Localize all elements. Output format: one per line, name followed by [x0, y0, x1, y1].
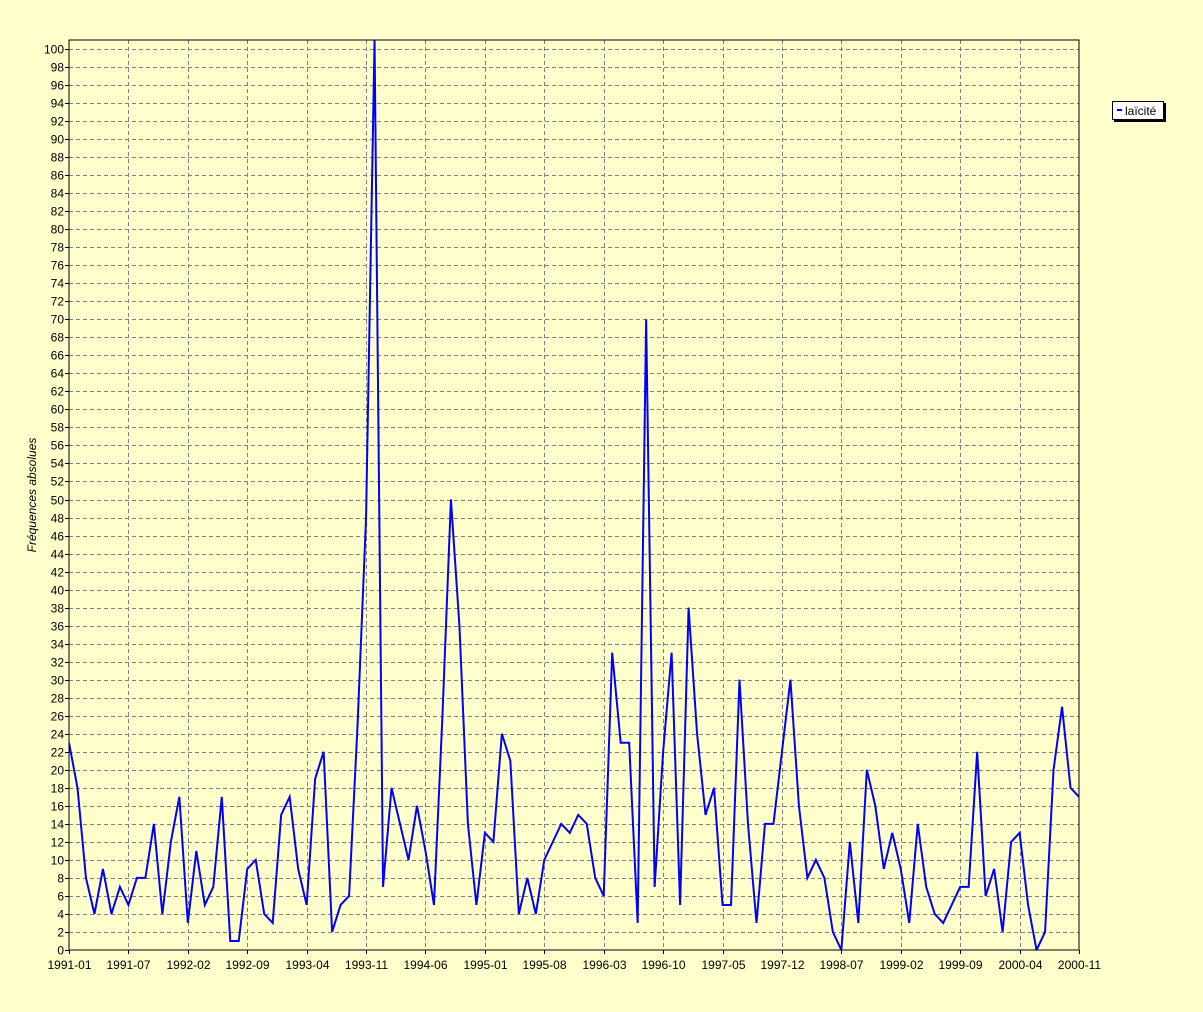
y-tick-label: 90	[51, 133, 65, 147]
y-tick-label: 8	[57, 872, 64, 886]
x-tick-label: 1993-11	[345, 958, 388, 972]
y-tick-label: 88	[51, 151, 65, 165]
y-tick-label: 6	[57, 890, 64, 904]
y-tick-label: 100	[44, 43, 64, 57]
y-tick-label: 20	[51, 764, 65, 778]
y-tick-label: 72	[51, 295, 65, 309]
y-tick-label: 36	[51, 620, 65, 634]
x-tick-label: 1992-09	[225, 958, 269, 972]
y-tick-label: 2	[57, 926, 64, 940]
y-tick-label: 82	[51, 205, 65, 219]
y-tick-label: 68	[51, 331, 65, 345]
x-tick-label: 1993-04	[285, 958, 329, 972]
y-tick-label: 64	[51, 367, 65, 381]
y-tick-label: 10	[51, 854, 65, 868]
y-axis-label: Fréquences absolues	[25, 438, 39, 553]
x-tick-label: 1999-02	[879, 958, 923, 972]
legend-label: laïcité	[1125, 104, 1157, 118]
x-tick-label: 1998-07	[819, 958, 863, 972]
x-tick-label: 1999-09	[938, 958, 982, 972]
x-tick-label: 1992-02	[166, 958, 210, 972]
legend: laïcité	[1112, 101, 1164, 120]
x-tick-label: 1991-07	[106, 958, 150, 972]
x-axis: 1991-01 1991-07 1992-02 1992-09 1993-04 1993-…	[47, 950, 1101, 972]
y-tick-label: 32	[51, 656, 65, 670]
x-tick-label: 1997-05	[701, 958, 745, 972]
y-tick-label: 30	[51, 674, 65, 688]
y-tick-label: 52	[51, 475, 65, 489]
y-tick-label: 38	[51, 602, 65, 616]
y-tick-label: 22	[51, 746, 65, 760]
y-tick-label: 14	[51, 818, 65, 832]
x-tick-label: 2000-04	[998, 958, 1042, 972]
y-tick-label: 54	[51, 457, 65, 471]
y-tick-label: 96	[51, 79, 65, 93]
y-tick-label: 70	[51, 313, 65, 327]
x-tick-label: 1996-10	[641, 958, 685, 972]
y-tick-label: 58	[51, 421, 65, 435]
y-tick-label: 42	[51, 566, 65, 580]
x-tick-label: 1996-03	[582, 958, 626, 972]
y-tick-label: 84	[51, 187, 65, 201]
x-tick-label: 1995-01	[463, 958, 507, 972]
y-tick-label: 44	[51, 548, 65, 562]
y-tick-label: 98	[51, 61, 65, 75]
y-tick-label: 76	[51, 259, 65, 273]
y-tick-label: 56	[51, 439, 65, 453]
legend-swatch	[1117, 109, 1122, 112]
y-tick-label: 40	[51, 584, 65, 598]
y-tick-label: 16	[51, 800, 65, 814]
y-tick-label: 18	[51, 782, 65, 796]
x-tick-label: 1995-08	[522, 958, 566, 972]
y-tick-label: 34	[51, 638, 65, 652]
y-tick-label: 28	[51, 692, 65, 706]
y-tick-label: 50	[51, 494, 65, 508]
y-tick-label: 46	[51, 530, 65, 544]
x-tick-label: 1994-06	[403, 958, 447, 972]
y-axis: 0246810121416182022242628303234363840424…	[44, 43, 69, 958]
y-tick-label: 26	[51, 710, 65, 724]
y-tick-label: 60	[51, 403, 65, 417]
y-tick-label: 80	[51, 223, 65, 237]
x-tick-label: 2000-11	[1058, 958, 1101, 972]
y-tick-label: 86	[51, 169, 65, 183]
y-tick-label: 62	[51, 385, 65, 399]
y-tick-label: 92	[51, 115, 65, 129]
y-tick-label: 48	[51, 512, 65, 526]
y-tick-label: 24	[51, 728, 65, 742]
y-tick-label: 0	[57, 944, 64, 958]
y-tick-label: 66	[51, 349, 65, 363]
x-tick-label: 1991-01	[47, 958, 91, 972]
y-tick-label: 94	[51, 97, 65, 111]
line-chart: 0246810121416182022242628303234363840424…	[25, 39, 1101, 972]
y-tick-label: 4	[57, 908, 64, 922]
y-tick-label: 12	[51, 836, 65, 850]
y-tick-label: 74	[51, 277, 65, 291]
y-tick-label: 78	[51, 241, 65, 255]
x-tick-label: 1997-12	[760, 958, 804, 972]
